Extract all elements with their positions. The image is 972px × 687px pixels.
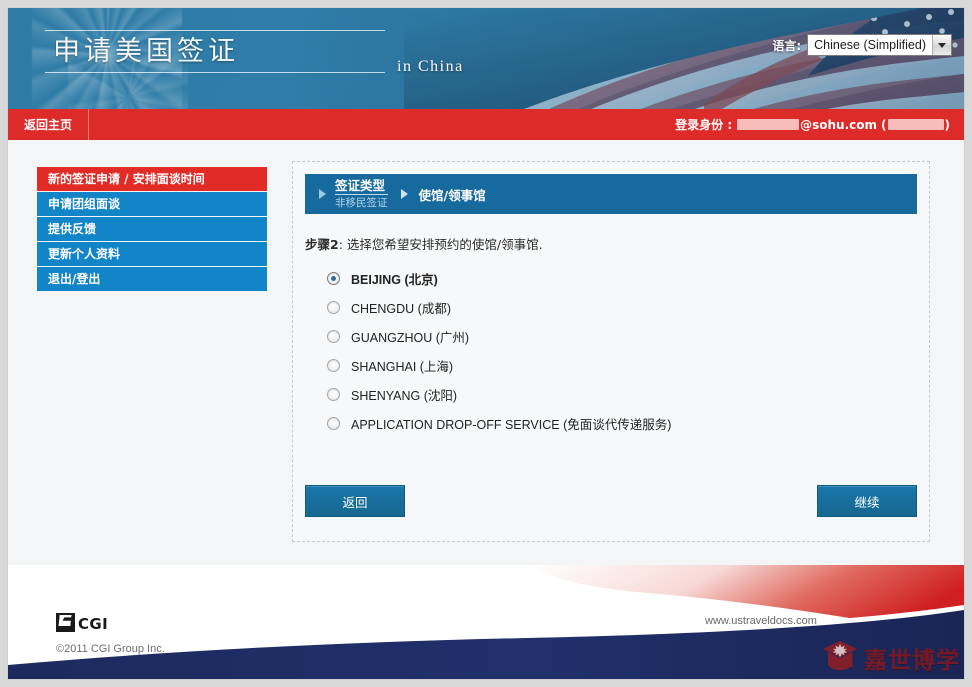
language-selector-group: 语言: Chinese (Simplified): [772, 34, 952, 56]
breadcrumb-step-1[interactable]: 签证类型 非移民签证: [335, 178, 388, 210]
us-flag-image: [404, 8, 964, 109]
option-shenyang[interactable]: SHENYANG (沈阳): [327, 380, 671, 409]
sidebar-item-group-interview[interactable]: 申请团组面谈: [37, 192, 267, 216]
graduation-cap-maple-leaf-icon: [821, 638, 859, 677]
option-guangzhou[interactable]: GUANGZHOU (广州): [327, 322, 671, 351]
redacted-username: [737, 119, 800, 130]
radio-chengdu[interactable]: [327, 301, 340, 314]
login-email-domain: @sohu.com: [800, 117, 878, 132]
site-url-text: www.ustraveldocs.com: [705, 615, 817, 627]
option-label-shenyang: SHENYANG (沈阳): [351, 389, 458, 403]
option-drop-off-service[interactable]: APPLICATION DROP-OFF SERVICE (免面谈代传递服务): [327, 409, 671, 438]
sidebar-item-new-application[interactable]: 新的签证申请 / 安排面谈时间: [37, 167, 267, 191]
sidebar-item-logout[interactable]: 退出/登出: [37, 267, 267, 291]
option-label-chengdu: CHENGDU (成都): [351, 302, 451, 316]
sidebar-menu: 新的签证申请 / 安排面谈时间 申请团组面谈 提供反馈 更新个人资料 退出/登出: [37, 167, 267, 292]
content-area: 新的签证申请 / 安排面谈时间 申请团组面谈 提供反馈 更新个人资料 退出/登出…: [8, 140, 964, 565]
triangle-right-icon-1: [319, 189, 326, 199]
site-footer: CGI ©2011 CGI Group Inc. www.ustraveldoc…: [8, 565, 964, 679]
radio-beijing[interactable]: [327, 272, 340, 285]
option-chengdu[interactable]: CHENGDU (成都): [327, 293, 671, 322]
login-prefix-label: 登录身份 :: [675, 118, 733, 132]
page-title: 申请美国签证: [53, 36, 239, 67]
radio-shenyang[interactable]: [327, 388, 340, 401]
main-panel: 签证类型 非移民签证 使馆/领事馆 步骤2: 选择您希望安排预约的使馆/领事馆.…: [292, 161, 930, 542]
redacted-account-id: [887, 119, 944, 130]
breadcrumb-step-1-label: 签证类型: [335, 178, 388, 195]
language-select[interactable]: Chinese (Simplified): [807, 34, 952, 56]
cgi-logo-text: CGI: [78, 615, 109, 633]
option-label-guangzhou: GUANGZHOU (广州): [351, 331, 470, 345]
title-rule-bottom: [45, 72, 385, 73]
sidebar-item-update-profile[interactable]: 更新个人资料: [37, 242, 267, 266]
top-red-nav: 返回主页 登录身份 : @sohu.com ( ): [8, 109, 964, 140]
breadcrumb: 签证类型 非移民签证 使馆/领事馆: [305, 174, 917, 214]
home-link[interactable]: 返回主页: [8, 109, 90, 140]
cgi-logo-icon: CGI: [56, 613, 108, 632]
login-paren-open: (: [881, 117, 887, 132]
header-title-block: 申请美国签证: [45, 30, 385, 73]
continue-button[interactable]: 继续: [817, 485, 917, 517]
watermark: 嘉世博学: [821, 638, 960, 677]
sidebar-item-feedback[interactable]: 提供反馈: [37, 217, 267, 241]
option-shanghai[interactable]: SHANGHAI (上海): [327, 351, 671, 380]
language-selected-value: Chinese (Simplified): [808, 35, 932, 55]
option-label-drop-off-service: APPLICATION DROP-OFF SERVICE (免面谈代传递服务): [351, 418, 672, 432]
post-options-group: BEIJING (北京) CHENGDU (成都) GUANGZHOU (广州)…: [327, 264, 671, 438]
site-header: 申请美国签证 in China 语言: Chinese (Simplified): [8, 8, 964, 109]
breadcrumb-step-1-sublabel: 非移民签证: [335, 197, 388, 209]
login-paren-close: ): [944, 117, 950, 132]
watermark-text: 嘉世博学: [864, 647, 960, 674]
option-label-shanghai: SHANGHAI (上海): [351, 360, 454, 374]
cgi-mark-glyph: [56, 613, 75, 632]
copyright-text: ©2011 CGI Group Inc.: [56, 643, 165, 655]
radio-drop-off-service[interactable]: [327, 417, 340, 430]
login-identity: 登录身份 : @sohu.com ( ): [675, 109, 950, 140]
app-page: 申请美国签证 in China 语言: Chinese (Simplified)…: [8, 8, 964, 679]
language-label: 语言:: [772, 38, 802, 53]
option-label-beijing: BEIJING (北京): [351, 273, 438, 287]
breadcrumb-step-2-label: 使馆/领事馆: [418, 187, 486, 203]
page-subtitle: in China: [397, 58, 464, 75]
radio-guangzhou[interactable]: [327, 330, 340, 343]
step-instruction-text: : 选择您希望安排预约的使馆/领事馆.: [338, 237, 543, 252]
step-number: 步骤2: [305, 237, 339, 252]
back-button[interactable]: 返回: [305, 485, 405, 517]
radio-shanghai[interactable]: [327, 359, 340, 372]
step-instruction: 步骤2: 选择您希望安排预约的使馆/领事馆.: [305, 234, 543, 253]
option-beijing[interactable]: BEIJING (北京): [327, 264, 671, 293]
triangle-right-icon-2: [400, 189, 408, 199]
chevron-down-icon[interactable]: [932, 35, 951, 55]
